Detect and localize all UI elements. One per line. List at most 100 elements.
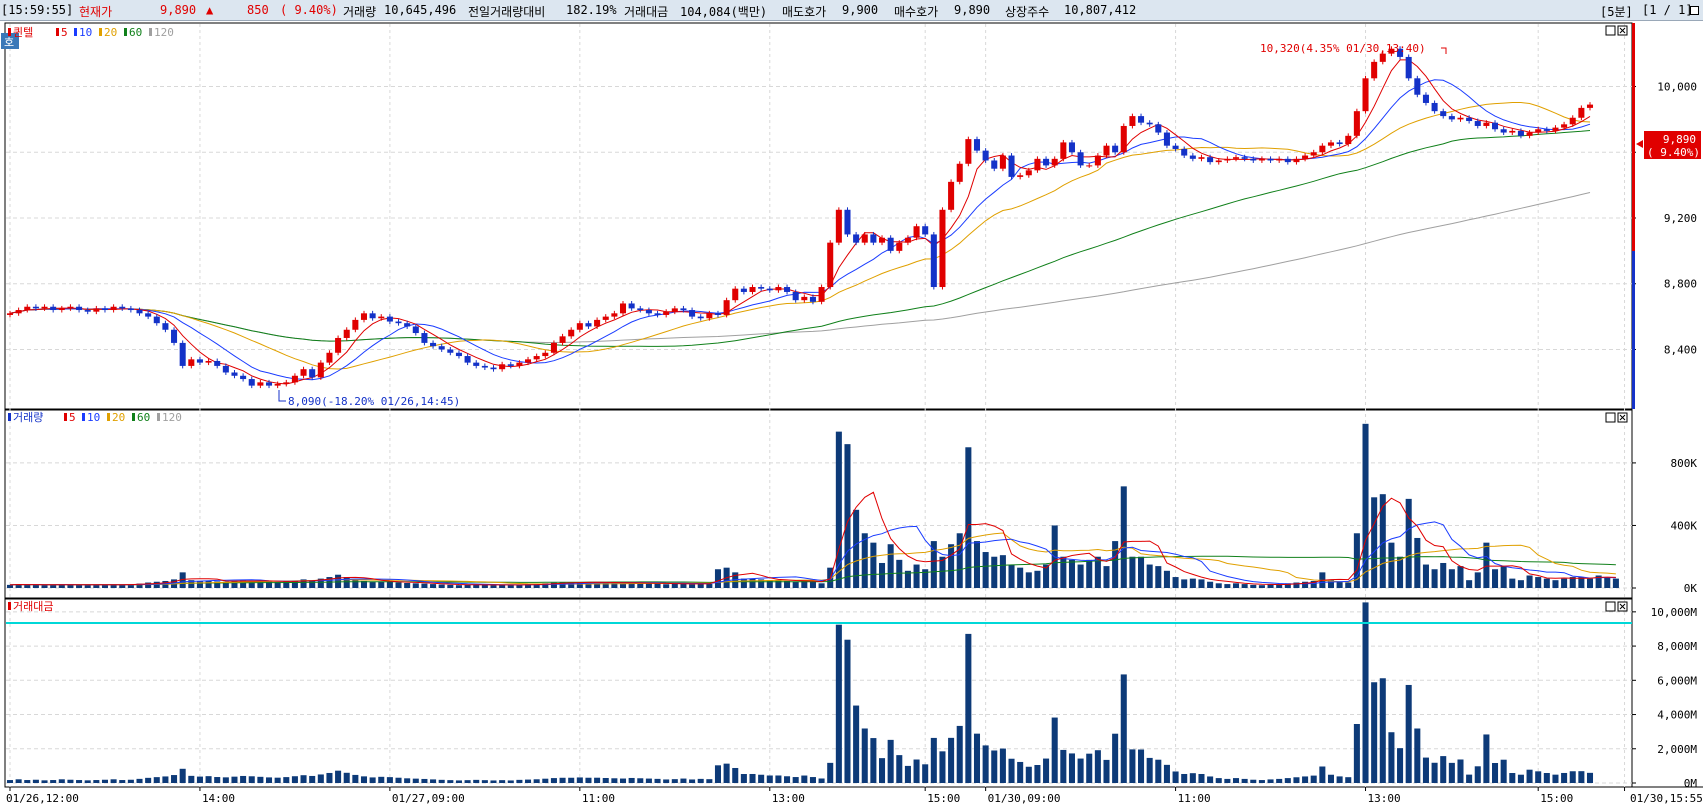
value-tick-label: 6,000M — [1657, 674, 1697, 687]
candle-body — [784, 287, 791, 292]
volume-bar — [861, 533, 868, 588]
ma-legend-swatch-icon — [56, 28, 59, 36]
trade-value-label: 거래대금 — [624, 5, 669, 19]
candle-body — [1250, 158, 1257, 161]
volume-bar — [1440, 562, 1447, 588]
volume-panel[interactable] — [4, 409, 1633, 599]
ma-legend-swatch-icon — [74, 28, 77, 36]
volume-bar — [1207, 581, 1214, 588]
volume-bar — [1155, 566, 1162, 588]
candle-body — [611, 313, 618, 317]
price-legend-title: 퀸텔 — [13, 26, 33, 39]
candle-body — [887, 237, 894, 251]
panel-restore-icon[interactable] — [1605, 601, 1616, 612]
price-panel[interactable] — [4, 22, 1633, 410]
time-tick-label: 14:00 — [202, 792, 235, 805]
candle-body — [939, 209, 946, 288]
value-bar — [1561, 772, 1568, 783]
ma-legend-label: 60 — [137, 411, 150, 424]
candle-body — [32, 306, 39, 309]
value-bar — [490, 780, 497, 783]
candle-body — [386, 316, 393, 322]
candle-body — [1086, 165, 1093, 167]
value-bar — [50, 780, 57, 783]
candle-body — [559, 336, 566, 343]
candle-body — [222, 365, 229, 373]
volume-bar — [645, 583, 652, 588]
ma-legend-label: 60 — [129, 26, 142, 39]
value-bar — [240, 775, 247, 783]
window-restore-icon[interactable] — [1690, 6, 1699, 15]
volume-bar — [991, 556, 998, 588]
candle-body — [827, 242, 834, 288]
candle-body — [973, 139, 981, 151]
candle-body — [326, 352, 333, 363]
time-tick-label: 13:00 — [1368, 792, 1401, 805]
candle-body — [1129, 116, 1136, 126]
candle-body — [1578, 107, 1585, 118]
candle-body — [101, 308, 108, 311]
volume-bar — [1215, 583, 1222, 588]
volume-bar — [1224, 584, 1231, 588]
interval-button[interactable]: [5분] — [1600, 3, 1633, 20]
candle-body — [1517, 130, 1524, 136]
value-bar — [939, 751, 946, 783]
candle-body — [948, 181, 955, 210]
candle-body — [1025, 170, 1032, 176]
candle-body — [1241, 157, 1248, 159]
candle-body — [602, 316, 609, 320]
candle-body — [568, 329, 575, 337]
value-bar — [1362, 602, 1369, 783]
candle-body — [749, 287, 756, 292]
volume-bar — [309, 580, 316, 588]
panel-restore-icon[interactable] — [1605, 412, 1616, 423]
time-tick-label: 01/30,09:00 — [988, 792, 1061, 805]
value-bar — [533, 779, 540, 783]
candle-body — [1310, 152, 1317, 156]
value-bar — [1353, 723, 1360, 783]
volume-bar — [1198, 579, 1205, 588]
value-bar — [291, 776, 298, 783]
value-bar — [1138, 749, 1145, 783]
value-bar — [792, 777, 799, 783]
value-bar — [766, 775, 773, 783]
volume-bar — [84, 585, 91, 588]
volume-tick-label: 0K — [1684, 582, 1698, 595]
value-panel[interactable] — [4, 598, 1633, 788]
value-bar — [395, 777, 402, 783]
volume-bar — [1129, 556, 1136, 588]
value-bar — [1051, 717, 1058, 783]
candle-body — [1492, 122, 1499, 130]
volume-bar — [386, 581, 393, 588]
up-arrow-icon: ▲ — [206, 3, 214, 17]
value-bar — [594, 777, 601, 783]
candle-body — [1189, 155, 1196, 159]
candle-body — [360, 313, 368, 320]
ask-label: 매도호가 — [782, 5, 827, 19]
candle-body — [991, 160, 998, 169]
volume-bar — [896, 559, 903, 588]
candle-body — [689, 310, 696, 317]
volume-bar — [663, 584, 670, 588]
volume-bar — [654, 583, 661, 588]
value-bar — [689, 779, 696, 783]
quote-header: [15:59:55] 현재가 9,890 ▲ 850 ( 9.40%) 거래량 … — [0, 0, 1703, 21]
volume-bar — [205, 580, 212, 588]
stock-chart[interactable]: 10,0009,6009,2008,8008,400800K400K0K10,0… — [0, 21, 1703, 807]
x-axis-ticks: 01/26,12:00 14:00 01/27,09:00 11:00 13:00 15:… — [6, 787, 1703, 805]
value-bar — [887, 739, 894, 783]
candle-body — [1094, 155, 1101, 166]
value-bar — [637, 778, 644, 783]
value-bar — [973, 733, 981, 783]
volume-bar — [706, 583, 713, 588]
panel-restore-icon[interactable] — [1605, 25, 1616, 36]
candle-body — [283, 382, 290, 384]
candle-body — [1302, 155, 1309, 159]
value-bar — [1388, 732, 1395, 783]
value-bar — [343, 772, 350, 783]
volume-bar — [1146, 564, 1153, 588]
price-range-bar-down — [1632, 251, 1635, 409]
value-bar — [1017, 761, 1024, 783]
volume-bar — [671, 583, 678, 588]
candle-body — [818, 287, 825, 302]
